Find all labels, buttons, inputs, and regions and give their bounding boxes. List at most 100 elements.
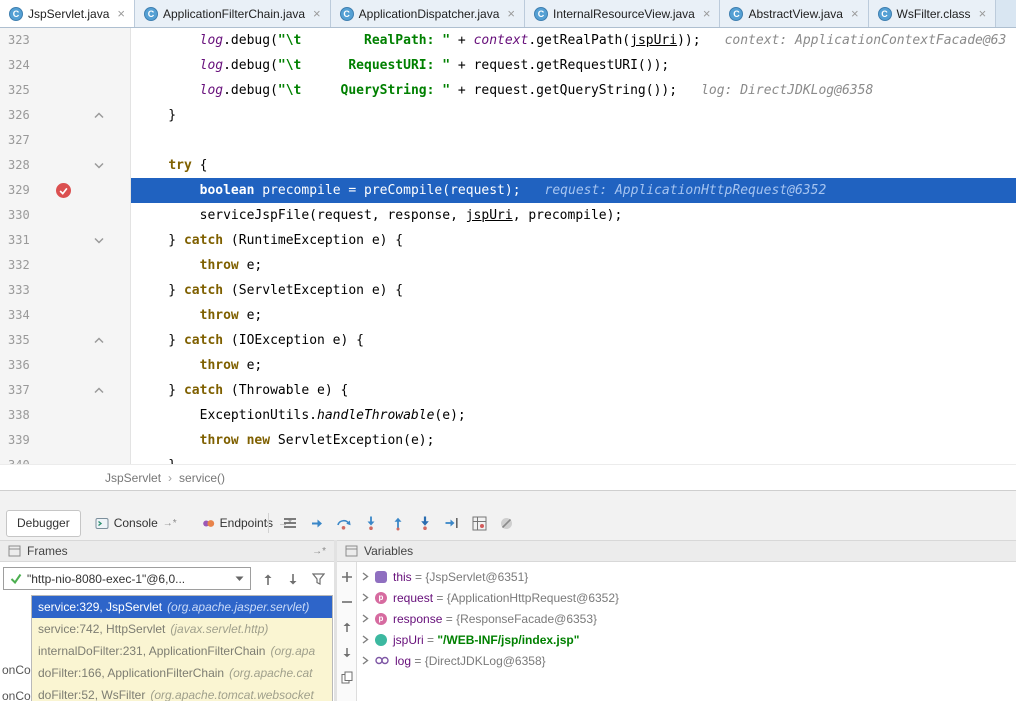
breadcrumb-separator: › [168, 471, 172, 485]
stack-frame-row[interactable]: internalDoFilter:231, ApplicationFilterC… [32, 640, 332, 662]
expand-chevron-icon[interactable] [362, 635, 369, 644]
variables-panel-title: Variables [364, 544, 413, 558]
variable-row-request[interactable]: prequest = {ApplicationHttpRequest@6352} [358, 587, 1016, 608]
editor-gutter[interactable]: 328 [0, 153, 131, 178]
tab-suffix: →* [163, 518, 177, 529]
copy-button[interactable] [340, 670, 354, 684]
stack-frame-row[interactable]: service:742, HttpServlet(javax.servlet.h… [32, 618, 332, 640]
line-number: 336 [8, 353, 30, 378]
move-up-button[interactable] [340, 620, 354, 634]
expand-chevron-icon[interactable] [362, 572, 369, 581]
editor-gutter[interactable]: 323 [0, 28, 131, 53]
fold-up-icon[interactable] [94, 337, 104, 344]
editor-tab-abstractview-java[interactable]: CAbstractView.java× [720, 0, 868, 27]
menu-button[interactable] [280, 513, 300, 533]
class-icon: C [340, 7, 354, 21]
tab-close-icon[interactable]: × [851, 6, 859, 21]
editor-gutter[interactable]: 327 [0, 128, 131, 153]
editor-tab-applicationdispatcher-java[interactable]: CApplicationDispatcher.java× [331, 0, 525, 27]
editor-gutter[interactable]: 331 [0, 228, 131, 253]
variable-row-jspUri[interactable]: jspUri = "/WEB-INF/jsp/index.jsp" [358, 629, 1016, 650]
tab-close-icon[interactable]: × [507, 6, 515, 21]
code-text: log.debug("\t QueryString: " + request.g… [131, 83, 677, 98]
editor-gutter[interactable]: 324 [0, 53, 131, 78]
mute-breakpoints-button[interactable] [496, 513, 516, 533]
fold-up-icon[interactable] [94, 112, 104, 119]
expand-chevron-icon[interactable] [362, 614, 369, 623]
hide-frames-filter-button[interactable] [310, 571, 326, 587]
editor-gutter[interactable]: 326 [0, 103, 131, 128]
breadcrumb-item-class[interactable]: JspServlet [105, 471, 161, 485]
code-text: log.debug("\t RequestURI: " + request.ge… [131, 58, 669, 73]
editor-gutter[interactable]: 340 [0, 453, 131, 464]
view-breakpoints-button[interactable] [469, 513, 489, 533]
tab-close-icon[interactable]: × [979, 6, 987, 21]
stack-frame-row[interactable]: doFilter:52, WsFilter(org.apache.tomcat.… [32, 684, 332, 701]
variable-text: log = {DirectJDKLog@6358} [395, 654, 546, 668]
variable-row-response[interactable]: presponse = {ResponseFacade@6353} [358, 608, 1016, 629]
tab-label: Endpoints [220, 516, 273, 530]
variables-toolbar [337, 562, 357, 701]
remove-button[interactable] [340, 595, 354, 609]
show-execution-point-button[interactable] [307, 513, 327, 533]
editor-gutter[interactable]: 329 [0, 178, 131, 203]
code-editor[interactable]: 323 log.debug("\t RealPath: " + context.… [0, 28, 1016, 464]
editor-gutter[interactable]: 336 [0, 353, 131, 378]
line-number: 328 [8, 153, 30, 178]
line-number: 339 [8, 428, 30, 453]
editor-gutter[interactable]: 339 [0, 428, 131, 453]
step-out-button[interactable] [388, 513, 408, 533]
add-button[interactable] [340, 570, 354, 584]
breakpoint-icon[interactable] [56, 183, 71, 198]
step-over-button[interactable] [334, 513, 354, 533]
stack-frame-row[interactable]: doFilter:166, ApplicationFilterChain(org… [32, 662, 332, 684]
code-line-336: 336 throw e; [0, 353, 1016, 378]
endpoints-icon [202, 517, 215, 530]
frames-toolbar [260, 571, 326, 587]
run-to-cursor-button[interactable] [442, 513, 462, 533]
tab-close-icon[interactable]: × [117, 6, 125, 21]
force-step-into-button[interactable] [415, 513, 435, 533]
editor-tab-jspservlet-java[interactable]: CJspServlet.java× [0, 0, 135, 27]
fold-down-icon[interactable] [94, 237, 104, 244]
editor-gutter[interactable]: 334 [0, 303, 131, 328]
code-line-337: 337 } catch (Throwable e) { [0, 378, 1016, 403]
toolwindow-tab-debugger[interactable]: Debugger [6, 510, 81, 537]
line-number: 331 [8, 228, 30, 253]
editor-gutter[interactable]: 325 [0, 78, 131, 103]
variable-text: jspUri = "/WEB-INF/jsp/index.jsp" [393, 633, 579, 647]
editor-tab-wsfilter-class[interactable]: CWsFilter.class× [869, 0, 997, 27]
class-icon: C [534, 7, 548, 21]
line-number: 334 [8, 303, 30, 328]
tab-close-icon[interactable]: × [313, 6, 321, 21]
debug-toolwindow-header: DebuggerConsole→* Endpoints →* [0, 490, 1016, 540]
previous-frame-button[interactable] [260, 571, 276, 587]
variable-row-log[interactable]: log = {DirectJDKLog@6358} [358, 650, 1016, 671]
code-text: } catch (RuntimeException e) { [131, 233, 403, 248]
breadcrumb-item-method[interactable]: service() [179, 471, 225, 485]
class-icon: C [729, 7, 743, 21]
expand-chevron-icon[interactable] [362, 656, 369, 665]
fold-up-icon[interactable] [94, 387, 104, 394]
fold-down-icon[interactable] [94, 162, 104, 169]
stack-frames-list: service:329, JspServlet(org.apache.jaspe… [31, 595, 333, 701]
expand-chevron-icon[interactable] [362, 593, 369, 602]
variable-row-this[interactable]: this = {JspServlet@6351} [358, 566, 1016, 587]
move-down-button[interactable] [340, 645, 354, 659]
editor-gutter[interactable]: 335 [0, 328, 131, 353]
editor-tab-applicationfilterchain-java[interactable]: CApplicationFilterChain.java× [135, 0, 331, 27]
editor-gutter[interactable]: 337 [0, 378, 131, 403]
step-into-button[interactable] [361, 513, 381, 533]
editor-gutter[interactable]: 332 [0, 253, 131, 278]
thread-selector-dropdown[interactable]: "http-nio-8080-exec-1"@6,0... [3, 567, 251, 590]
class-icon: C [144, 7, 158, 21]
editor-gutter[interactable]: 333 [0, 278, 131, 303]
code-text: throw new ServletException(e); [131, 433, 434, 448]
tab-close-icon[interactable]: × [703, 6, 711, 21]
editor-gutter[interactable]: 338 [0, 403, 131, 428]
next-frame-button[interactable] [285, 571, 301, 587]
editor-tab-internalresourceview-java[interactable]: CInternalResourceView.java× [525, 0, 720, 27]
toolwindow-tab-console[interactable]: Console→* [84, 510, 188, 537]
stack-frame-row[interactable]: service:329, JspServlet(org.apache.jaspe… [32, 596, 332, 618]
editor-gutter[interactable]: 330 [0, 203, 131, 228]
